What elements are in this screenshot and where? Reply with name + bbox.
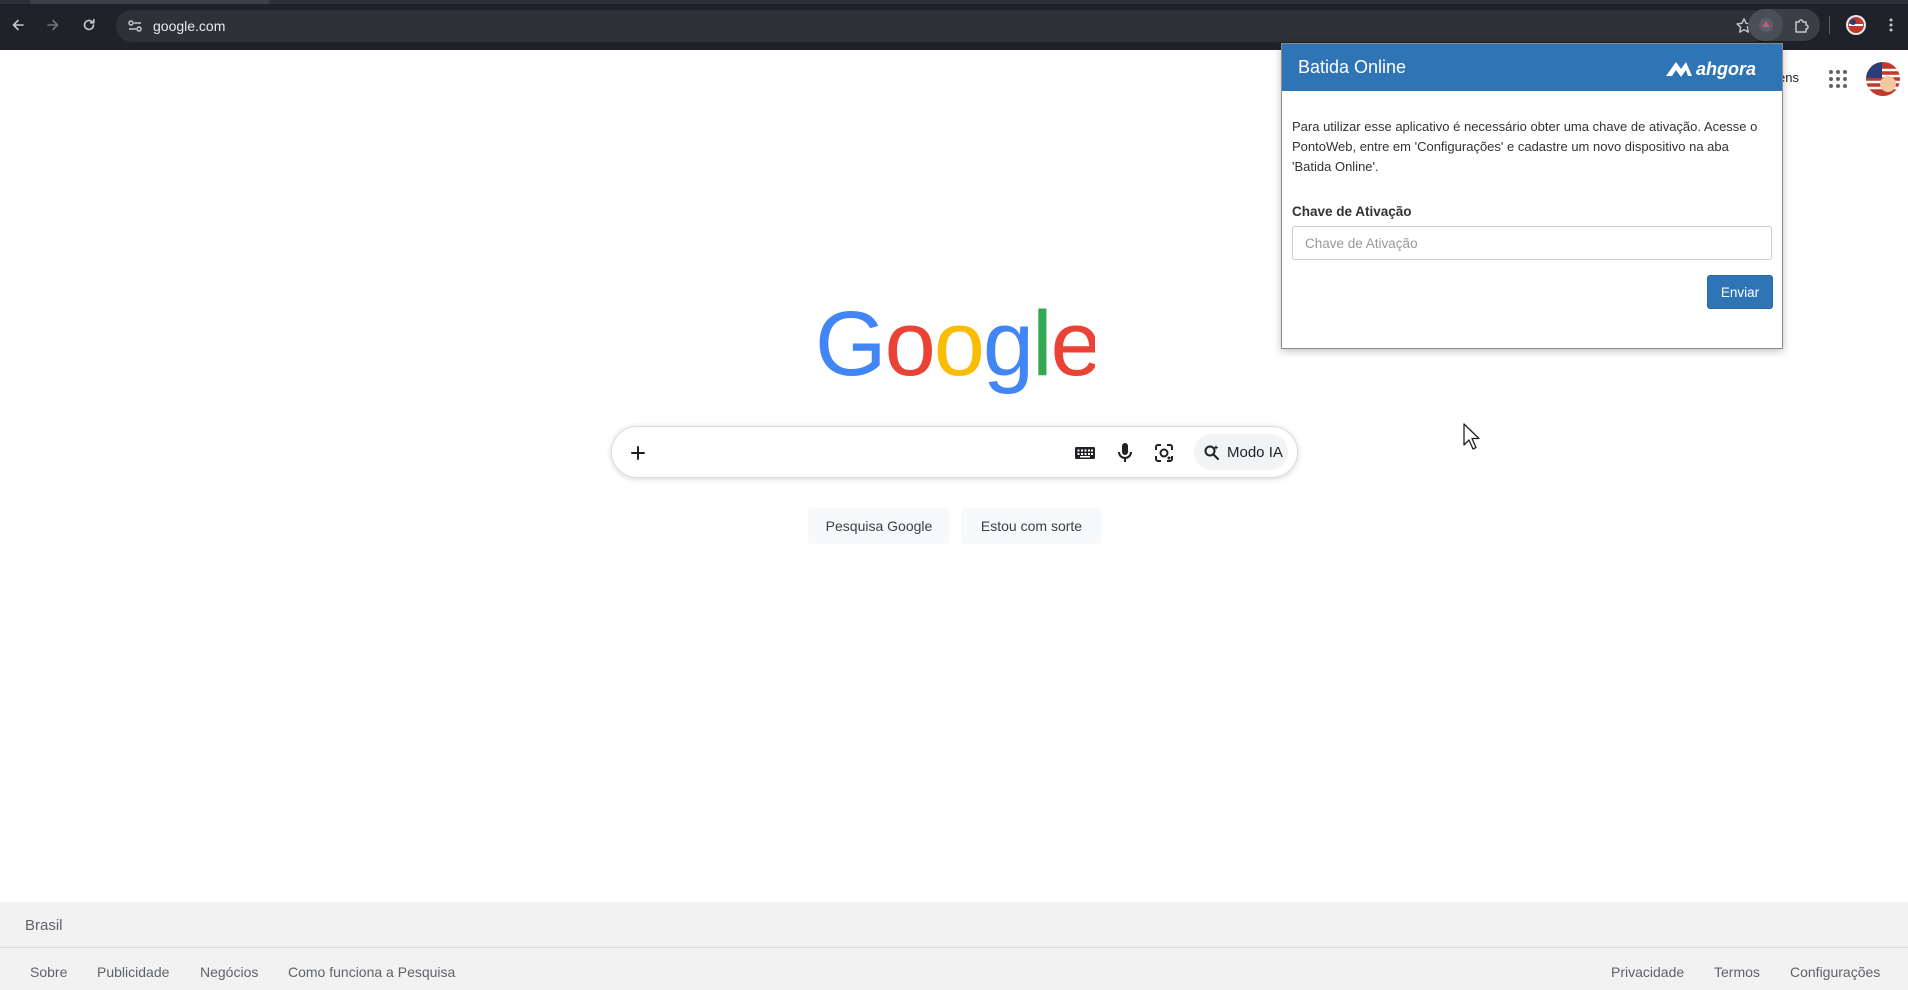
google-search-button[interactable]: Pesquisa Google [808, 508, 950, 544]
mouse-pointer-icon [1463, 423, 1480, 450]
reload-button[interactable] [77, 13, 101, 37]
site-settings-icon[interactable] [126, 17, 144, 40]
ai-search-icon [1204, 445, 1219, 460]
google-apps-button[interactable] [1826, 67, 1850, 91]
tab-strip [0, 0, 1908, 4]
arrow-right-icon [47, 19, 59, 31]
ahgora-extension-icon [1759, 18, 1773, 32]
apps-grid-icon [1829, 70, 1847, 88]
footer-country-bar: Brasil [0, 902, 1908, 948]
search-box[interactable]: Modo IA [611, 426, 1298, 478]
footer-link-termos[interactable]: Termos [1714, 964, 1760, 980]
virtual-keyboard-button[interactable] [1072, 440, 1098, 466]
popup-title: Batida Online [1298, 57, 1407, 77]
active-tab[interactable] [30, 0, 270, 4]
batida-online-extension-button[interactable] [1749, 9, 1783, 41]
url-text[interactable]: google.com [153, 18, 225, 34]
puzzle-icon [1795, 19, 1809, 33]
feeling-lucky-button[interactable]: Estou com sorte [961, 508, 1102, 544]
ahgora-logo: ahgora [1666, 59, 1756, 79]
toolbar-divider [1829, 16, 1830, 34]
lens-search-button[interactable] [1151, 440, 1177, 466]
camera-lens-icon [1155, 444, 1173, 462]
activation-key-label: Chave de Ativação [1292, 204, 1412, 219]
footer-link-negocios[interactable]: Negócios [200, 964, 258, 980]
footer-link-privacidade[interactable]: Privacidade [1611, 964, 1684, 980]
google-account-avatar[interactable] [1866, 62, 1900, 96]
search-input[interactable] [662, 439, 1062, 467]
popup-header: Batida Online ahgora [1282, 44, 1782, 91]
back-button[interactable] [6, 13, 30, 37]
google-logo-text: Google [815, 300, 1095, 395]
ai-mode-label: Modo IA [1227, 443, 1283, 461]
footer-link-publicidade[interactable]: Publicidade [97, 964, 169, 980]
profile-avatar-icon [1846, 15, 1866, 35]
add-attachment-button[interactable] [625, 440, 651, 466]
ai-mode-button[interactable]: Modo IA [1194, 434, 1288, 470]
ahgora-logo-text: ahgora [1696, 59, 1756, 79]
keyboard-icon [1075, 447, 1095, 459]
submit-button[interactable]: Enviar [1707, 275, 1773, 309]
footer: Brasil Sobre Publicidade Negócios Como f… [0, 902, 1908, 990]
activation-key-input[interactable] [1292, 226, 1772, 260]
footer-link-como-funciona[interactable]: Como funciona a Pesquisa [288, 964, 455, 980]
address-bar[interactable]: google.com [116, 10, 1768, 42]
popup-description: Para utilizar esse aplicativo é necessár… [1292, 119, 1758, 174]
batida-online-popup: Batida Online ahgora Para utilizar esse … [1281, 43, 1783, 349]
voice-search-button[interactable] [1112, 440, 1138, 466]
arrow-left-icon [12, 19, 24, 31]
microphone-icon [1118, 443, 1132, 462]
country-label: Brasil [25, 917, 63, 934]
more-vert-icon [1889, 18, 1893, 32]
footer-link-sobre[interactable]: Sobre [30, 964, 67, 980]
forward-button[interactable] [41, 13, 65, 37]
chrome-menu-button[interactable] [1874, 9, 1908, 41]
reload-icon [83, 18, 95, 31]
profile-button[interactable] [1839, 9, 1873, 41]
plus-icon [631, 446, 645, 460]
extensions-menu-button[interactable] [1785, 9, 1819, 41]
google-logo: Google [815, 293, 1102, 400]
footer-link-configuracoes[interactable]: Configurações [1790, 964, 1880, 980]
